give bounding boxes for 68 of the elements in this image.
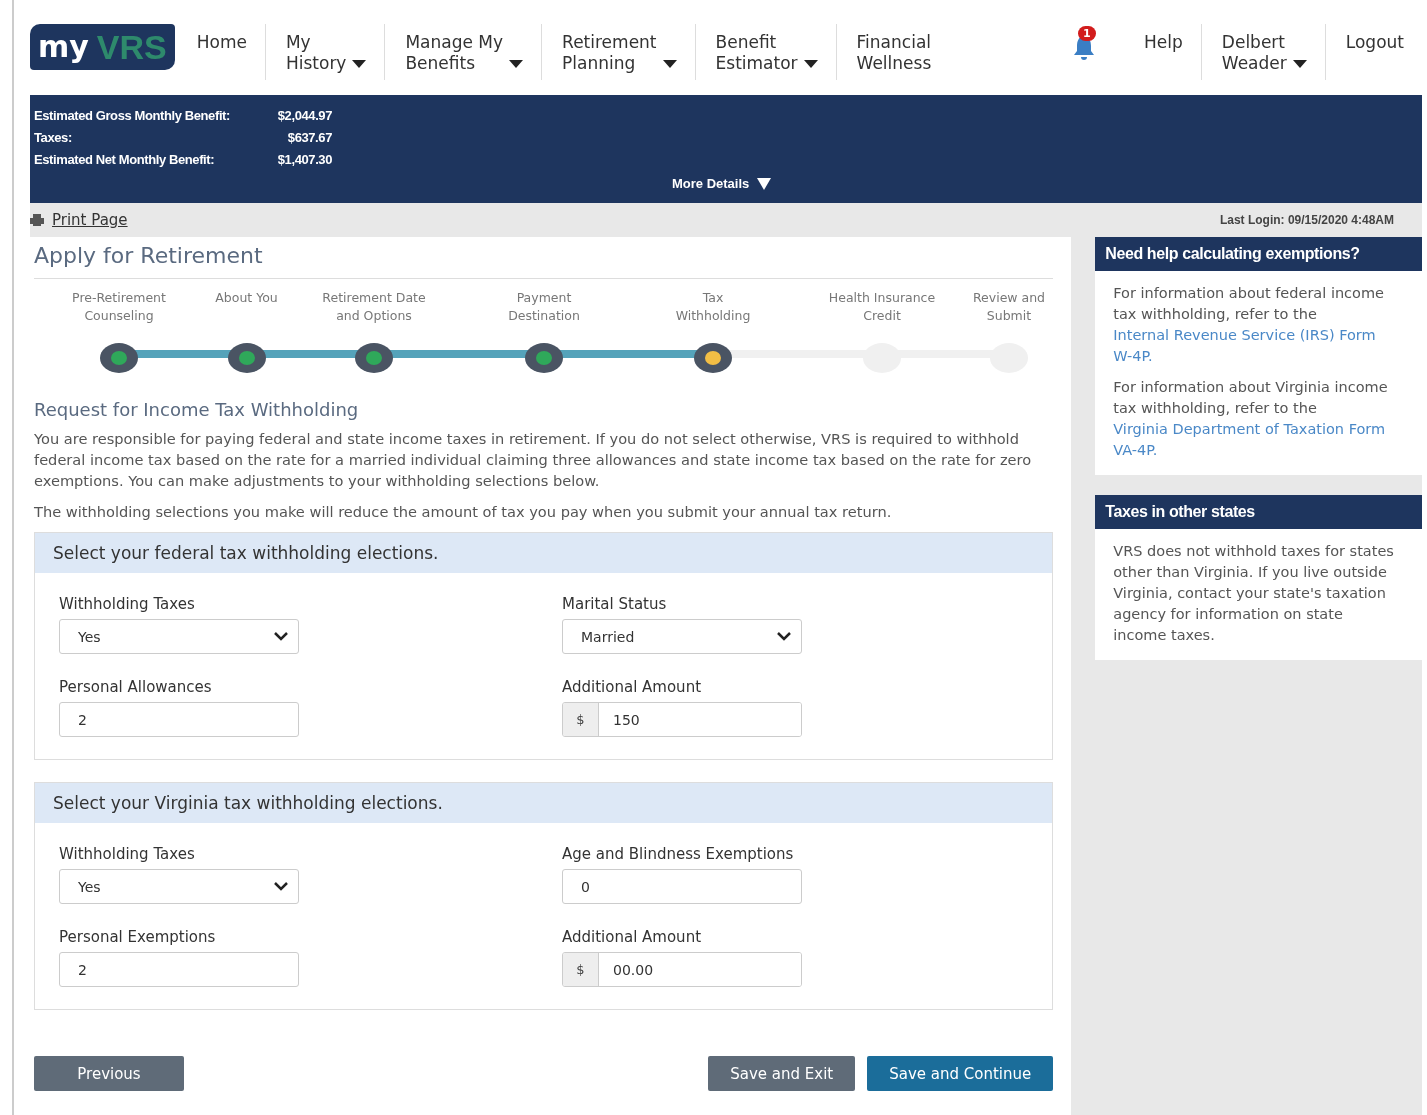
paragraph: VRS does not withhold taxes for states other than Virginia. If you live outside Virginia, contact your state's taxation agency for information on state income taxes. [1113,542,1395,645]
step-label: Health Insurance Credit [828,289,936,325]
dropdown[interactable]: Yes [59,869,299,904]
chevron-down-icon [274,632,288,641]
nav-item[interactable]: Benefit Estimator [694,24,836,80]
step-label: Tax Withholding [675,289,751,325]
dropdown[interactable]: Married [562,619,802,654]
summary-value: $2,044.97 [276,107,332,125]
summary-value: $1,407.30 [276,151,332,169]
paragraph: The withholding selections you make will reduce the amount of tax you pay when you submit your annual tax return. [34,502,893,522]
nav-item[interactable]: My History [264,24,385,80]
form-heading: Select your federal tax withholding elections. [35,533,1053,573]
input-field[interactable]: 2 [59,702,299,737]
nav-item[interactable]: Help [1124,24,1201,80]
nav-item[interactable]: Retirement Planning [541,24,695,80]
step-label: Review and Submit [972,289,1046,325]
link[interactable]: Virginia Department of Taxation Form VA-4P. [1113,419,1398,461]
nav-item[interactable]: Logout [1324,24,1422,80]
chevron-down-icon [777,632,791,641]
amount-field[interactable]: $ 150 [562,702,802,737]
paragraph: You are responsible for paying federal and state income taxes in retirement. If you do not select otherwise, VRS is required to withhold federal income tax based on the rate for a married individual claiming three allowances and state income tax based on the rate for zero exemptions. You can make adjustments to your withholding selections below. [34,429,1033,491]
step-dot [694,343,732,373]
step-dot [525,343,563,373]
print-page-link[interactable]: Print Page [30,211,128,229]
field-label: Age and Blindness Exemptions [562,845,795,863]
amount-field[interactable]: $ 00.00 [562,952,802,987]
field-label: Personal Allowances [59,678,213,696]
link[interactable]: Internal Revenue Service (IRS) Form W-4P. [1113,325,1398,367]
page-title: Apply for Retirement [34,243,1054,279]
field-label: Additional Amount [562,928,702,946]
summary-label: Estimated Net Monthly Benefit: [34,151,216,169]
card-heading: Taxes in other states [1095,495,1422,529]
more-details-button[interactable]: More Details [666,175,778,192]
input-field[interactable]: 0 [562,869,802,904]
nav-item[interactable]: Home [176,24,265,80]
step-dot [355,343,393,373]
paragraph: For information about federal income tax withholding, refer to the Internal Revenue Service (IRS) Form W-4P. [1113,283,1398,367]
input-field[interactable]: 2 [59,952,299,987]
field-label: Additional Amount [562,678,702,696]
step-dot [100,343,138,373]
summary-label: Taxes: [34,129,73,147]
field-label: Marital Status [562,595,668,613]
nav-item[interactable]: Delbert Weader [1200,24,1325,80]
nav-item[interactable]: Financial Wellness [835,24,950,80]
section-heading: Request for Income Tax Withholding [34,399,360,420]
field-label: Withholding Taxes [59,595,196,613]
card-heading: Need help calculating exemptions? [1095,237,1422,271]
chevron-down-icon [274,882,288,891]
nav-item[interactable]: Manage My Benefits [384,24,542,80]
field-label: Personal Exemptions [59,928,217,946]
save-and-exit-button[interactable]: Save and Exit [708,1056,856,1091]
step-label: Pre-Retirement Counseling [72,289,166,325]
form-heading: Select your Virginia tax withholding elections. [35,783,1053,823]
summary-label: Estimated Gross Monthly Benefit: [34,107,231,125]
paragraph: For information about Virginia income tax withholding, refer to the Virginia Department of Taxation Form VA-4P. [1113,377,1398,461]
triangle-down-icon [757,177,772,190]
dropdown[interactable]: Yes [59,619,299,654]
logo[interactable]: my VRS [30,24,175,70]
summary-value: $637.67 [286,129,332,147]
field-label: Withholding Taxes [59,845,196,863]
previous-button[interactable]: Previous [34,1056,184,1091]
step-label: Retirement Date and Options [322,289,426,325]
save-and-continue-button[interactable]: Save and Continue [867,1056,1054,1091]
step-label: Payment Destination [508,289,580,325]
step-label: About You [215,289,278,307]
step-dot [227,343,266,373]
last-login: Last Login: 09/15/2020 4:48AM [1219,213,1394,227]
notification-badge: 1 [1078,26,1096,41]
